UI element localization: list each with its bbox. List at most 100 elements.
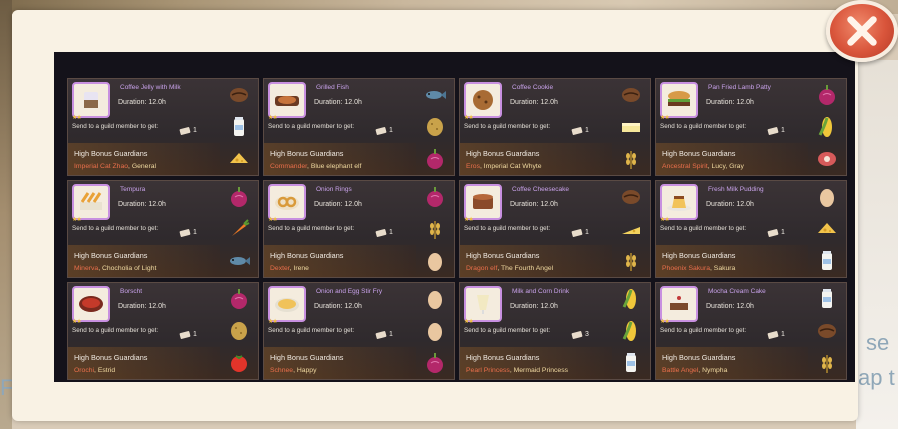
order-card[interactable]: ★★ Mocha Cream Cake Duration: 12.0h Send… — [655, 282, 847, 380]
guild-banner — [68, 347, 220, 379]
corn-icon — [618, 286, 644, 312]
ingredient-list — [222, 79, 256, 175]
duration-text: Duration: 12.0h — [510, 303, 558, 310]
order-card[interactable]: ★★ Fresh Milk Pudding Duration: 12.0h Se… — [655, 180, 847, 278]
onion-icon — [422, 350, 448, 376]
star-rating-icon: ★★ — [464, 319, 474, 325]
guardian-members: Battle Angel, Nympha — [662, 367, 728, 374]
milk-icon — [814, 286, 840, 312]
reward-count: 1 — [585, 127, 589, 134]
send-instruction: Send to a guild member to get: — [660, 225, 747, 232]
reward-count: 1 — [193, 127, 197, 134]
duration-text: Duration: 12.0h — [314, 99, 362, 106]
dish-image — [72, 286, 110, 322]
reward-count: 1 — [781, 127, 785, 134]
reward-quantity: 3 — [571, 330, 589, 339]
order-card[interactable]: ★★ Onion Rings Duration: 12.0h Send to a… — [263, 180, 455, 278]
star-rating-icon: ★★ — [268, 115, 278, 121]
reward-quantity: 1 — [375, 126, 393, 135]
order-card[interactable]: ★★ Coffee Jelly with Milk Duration: 12.0… — [67, 78, 259, 176]
dish-name: Onion Rings — [316, 186, 352, 193]
guild-banner — [656, 143, 808, 175]
milk-icon — [226, 114, 252, 140]
dish-image — [268, 184, 306, 220]
guild-title: High Bonus Guardians — [662, 149, 736, 158]
cheese-icon — [226, 146, 252, 172]
order-card[interactable]: ★★ Pan Fried Lamb Patty Duration: 12.0h … — [655, 78, 847, 176]
ticket-icon — [375, 228, 387, 237]
guild-title: High Bonus Guardians — [74, 251, 148, 260]
member-primary: Eros — [466, 163, 480, 170]
dish-image — [464, 184, 502, 220]
member-primary: Minerva — [74, 265, 99, 272]
onion-icon — [814, 82, 840, 108]
member-secondary: Lucy, Gray — [711, 163, 744, 170]
order-card[interactable]: ★★ Borscht Duration: 12.0h Send to a gui… — [67, 282, 259, 380]
reward-quantity: 1 — [767, 126, 785, 135]
cheese-wedge-icon — [618, 216, 644, 242]
dish-image — [72, 82, 110, 118]
order-card[interactable]: ★★ Coffee Cheesecake Duration: 12.0h Sen… — [459, 180, 651, 278]
dish-name: Grilled Fish — [316, 84, 349, 91]
ingredient-list — [222, 283, 256, 379]
tomato-icon — [226, 350, 252, 376]
send-instruction: Send to a guild member to get: — [268, 225, 355, 232]
reward-count: 1 — [193, 229, 197, 236]
star-rating-icon: ★★ — [72, 319, 82, 325]
duration-text: Duration: 12.0h — [118, 201, 166, 208]
egg-icon — [814, 184, 840, 210]
butter-icon — [618, 114, 644, 140]
dish-name: Tempura — [120, 186, 146, 193]
member-primary: Phoenix Sakura — [662, 265, 710, 272]
dish-image — [660, 82, 698, 118]
member-secondary: Mermaid Princess — [513, 367, 568, 374]
star-rating-icon: ★★ — [464, 115, 474, 121]
order-card[interactable]: ★★ Grilled Fish Duration: 12.0h Send to … — [263, 78, 455, 176]
member-secondary: Chocholia of Light — [101, 265, 157, 272]
close-icon — [847, 16, 877, 46]
member-secondary: General — [131, 163, 156, 170]
guild-title: High Bonus Guardians — [466, 149, 540, 158]
milk-icon — [814, 248, 840, 274]
send-instruction: Send to a guild member to get: — [464, 225, 551, 232]
ticket-icon — [375, 330, 387, 339]
guild-title: High Bonus Guardians — [466, 353, 540, 362]
reward-count: 1 — [389, 229, 393, 236]
guild-banner — [68, 245, 220, 277]
reward-quantity: 1 — [375, 228, 393, 237]
duration-text: Duration: 12.0h — [118, 99, 166, 106]
order-card[interactable]: ★★ Tempura Duration: 12.0h Send to a gui… — [67, 180, 259, 278]
dish-name: Borscht — [120, 288, 143, 295]
order-card[interactable]: ★★ Coffee Cookie Duration: 12.0h Send to… — [459, 78, 651, 176]
ticket-icon — [179, 126, 191, 135]
guild-title: High Bonus Guardians — [74, 353, 148, 362]
onion-icon — [226, 184, 252, 210]
reward-quantity: 1 — [179, 330, 197, 339]
guardian-members: Eros, Imperial Cat Whyte — [466, 163, 542, 170]
guardian-members: Phoenix Sakura, Sakura — [662, 265, 736, 272]
star-rating-icon: ★★ — [660, 217, 670, 223]
send-instruction: Send to a guild member to get: — [72, 123, 159, 130]
guardian-members: Minerva, Chocholia of Light — [74, 265, 157, 272]
guardian-members: Dragon elf, The Fourth Angel — [466, 265, 554, 272]
background-text: ap t — [858, 365, 895, 390]
duration-text: Duration: 12.0h — [314, 201, 362, 208]
star-rating-icon: ★★ — [464, 217, 474, 223]
dish-image — [464, 286, 502, 322]
fish-icon — [422, 82, 448, 108]
dish-name: Coffee Cookie — [512, 84, 554, 91]
close-button[interactable] — [826, 0, 898, 62]
potato-icon — [226, 318, 252, 344]
coffee-bean-icon — [814, 318, 840, 344]
order-card[interactable]: ★★ Onion and Egg Stir Fry Duration: 12.0… — [263, 282, 455, 380]
order-card[interactable]: ★★ Milk and Corn Drink Duration: 12.0h S… — [459, 282, 651, 380]
wheat-icon — [618, 248, 644, 274]
guardian-members: Dexter, Irene — [270, 265, 309, 272]
star-rating-icon: ★★ — [268, 319, 278, 325]
member-primary: Dexter — [270, 265, 290, 272]
member-secondary: Irene — [293, 265, 309, 272]
guild-title: High Bonus Guardians — [270, 149, 344, 158]
member-secondary: Blue elephant elf — [310, 163, 362, 170]
guild-banner — [264, 143, 416, 175]
coffee-bean-icon — [226, 82, 252, 108]
